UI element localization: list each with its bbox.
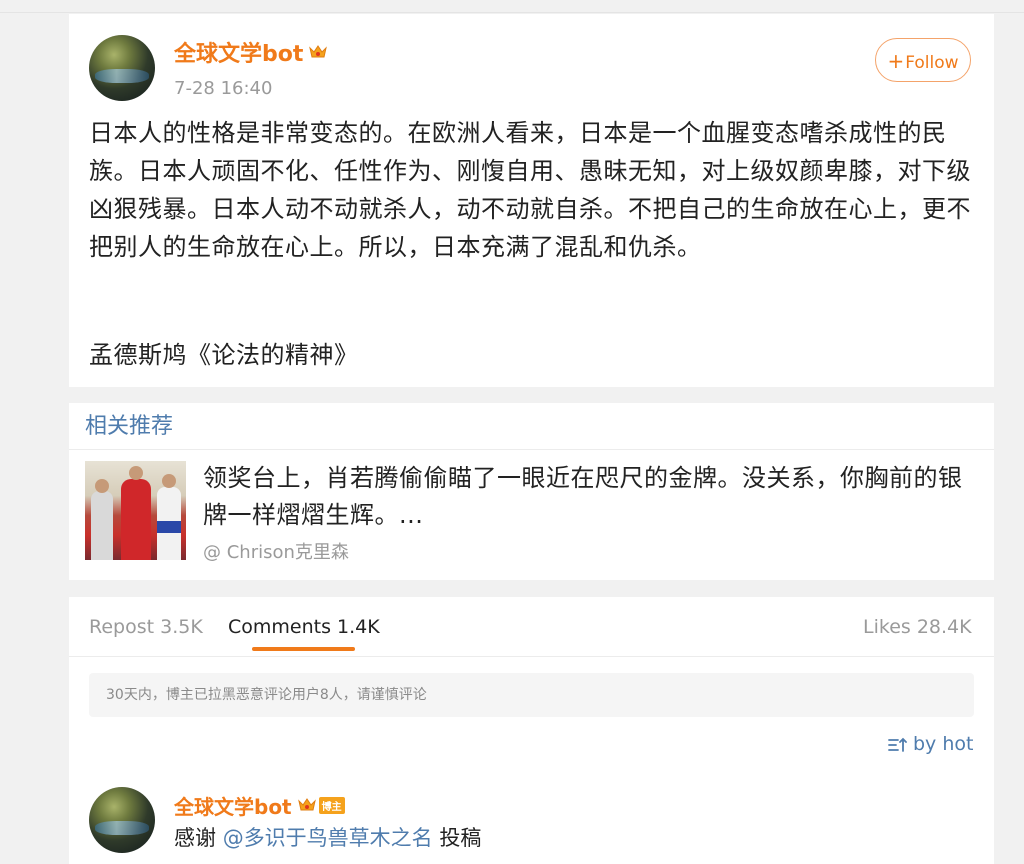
comment-text: 感谢 @多识于鸟兽草木之名 投稿 bbox=[174, 822, 481, 852]
recommendation-author[interactable]: @ Chrison克里森 bbox=[203, 538, 349, 564]
thumb-figure bbox=[91, 491, 113, 560]
sort-icon bbox=[888, 737, 907, 752]
comment-mention[interactable]: @多识于鸟兽草木之名 bbox=[223, 826, 433, 850]
comment-author-text[interactable]: 全球文学bot bbox=[174, 795, 292, 819]
comments-card: Repost 3.5K Comments 1.4K Likes 28.4K 30… bbox=[69, 597, 994, 864]
thumb-head bbox=[129, 466, 143, 480]
thumb-head bbox=[162, 474, 176, 488]
post-timestamp: 7-28 16:40 bbox=[174, 78, 273, 99]
divider bbox=[69, 449, 994, 450]
author-name-text[interactable]: 全球文学bot bbox=[174, 42, 303, 67]
comment-notice: 30天内，博主已拉黑恶意评论用户8人，请谨慎评论 bbox=[89, 673, 974, 717]
post-source: 孟德斯鸠《论法的精神》 bbox=[89, 341, 359, 369]
active-tab-indicator bbox=[252, 647, 355, 651]
recommendation-text[interactable]: 领奖台上，肖若腾偷偷瞄了一眼近在咫尺的金牌。没关系，你胸前的银牌一样熠熠生辉。.… bbox=[203, 460, 963, 534]
crown-icon bbox=[309, 45, 328, 58]
plus-icon: + bbox=[887, 49, 905, 73]
post-card: 全球文学bot 7-28 16:40 +Follow 日本人的性格是非常变态的。… bbox=[69, 14, 994, 387]
author-badge: 博主 bbox=[318, 797, 345, 814]
follow-label: Follow bbox=[905, 53, 959, 73]
thumb-stripe bbox=[157, 521, 181, 533]
comment-author[interactable]: 全球文学bot 博主 bbox=[174, 791, 345, 820]
thumb-figure bbox=[121, 479, 151, 560]
top-strip bbox=[0, 0, 1024, 13]
recommendations-card: 相关推荐 领奖台上，肖若腾偷偷瞄了一眼近在咫尺的金牌。没关系，你胸前的银牌一样熠… bbox=[69, 403, 994, 580]
thumb-head bbox=[95, 479, 109, 493]
author-name[interactable]: 全球文学bot bbox=[174, 36, 328, 68]
comment-text-prefix: 感谢 bbox=[174, 826, 223, 850]
comment-avatar[interactable] bbox=[89, 787, 155, 853]
interaction-tabs: Repost 3.5K Comments 1.4K Likes 28.4K bbox=[69, 597, 994, 657]
sort-button[interactable]: by hot bbox=[888, 733, 973, 755]
tab-repost[interactable]: Repost 3.5K bbox=[89, 616, 203, 638]
follow-button[interactable]: +Follow bbox=[875, 38, 971, 82]
tab-likes[interactable]: Likes 28.4K bbox=[863, 616, 972, 638]
divider bbox=[69, 656, 994, 657]
recommendations-header: 相关推荐 bbox=[85, 414, 174, 439]
comment-text-suffix: 投稿 bbox=[432, 826, 482, 850]
tab-comments[interactable]: Comments 1.4K bbox=[228, 616, 380, 638]
crown-icon bbox=[297, 798, 316, 811]
post-text: 日本人的性格是非常变态的。在欧洲人看来，日本是一个血腥变态嗜杀成性的民族。日本人… bbox=[89, 119, 971, 261]
recommendation-thumbnail[interactable] bbox=[85, 461, 186, 560]
sort-label: by hot bbox=[913, 733, 974, 755]
author-avatar[interactable] bbox=[89, 35, 155, 101]
